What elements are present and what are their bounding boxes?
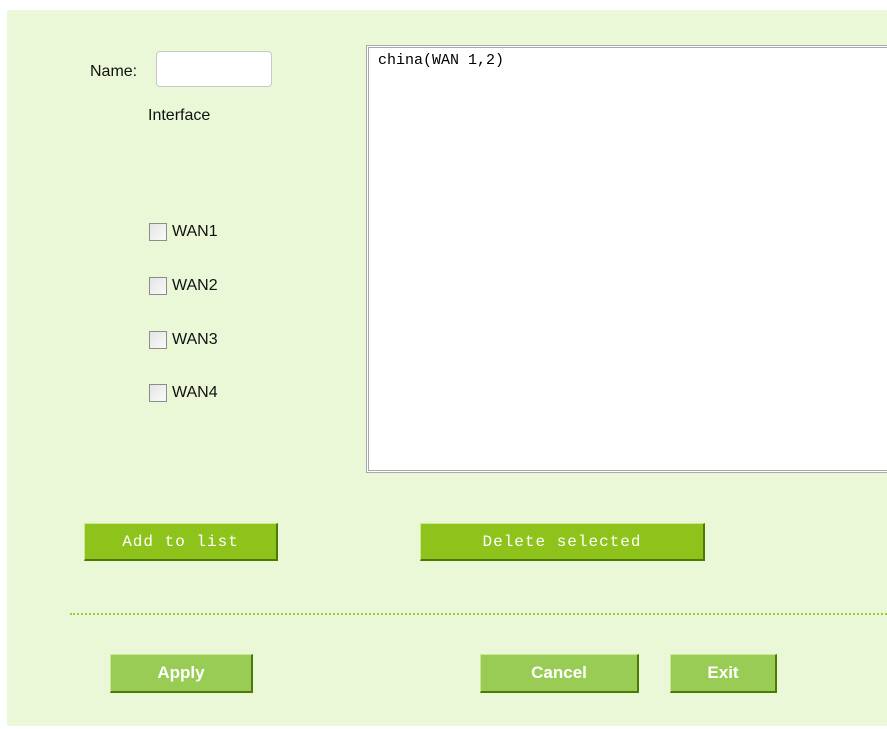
- separator: [70, 613, 887, 615]
- list-item[interactable]: china(WAN 1,2): [378, 52, 504, 69]
- wan1-checkbox[interactable]: [149, 223, 167, 241]
- wan1-label: WAN1: [172, 223, 218, 240]
- wan2-checkbox-row[interactable]: WAN2: [149, 276, 218, 296]
- selection-list[interactable]: china(WAN 1,2): [366, 45, 887, 473]
- delete-selected-button[interactable]: Delete selected: [420, 523, 705, 561]
- wan3-label: WAN3: [172, 331, 218, 348]
- wan2-label: WAN2: [172, 277, 218, 294]
- wan1-checkbox-row[interactable]: WAN1: [149, 222, 218, 242]
- apply-button[interactable]: Apply: [110, 654, 253, 693]
- name-label: Name:: [90, 63, 138, 80]
- wan3-checkbox[interactable]: [149, 331, 167, 349]
- interface-label: Interface: [148, 107, 211, 124]
- add-to-list-button[interactable]: Add to list: [84, 523, 278, 561]
- wan4-checkbox-row[interactable]: WAN4: [149, 383, 218, 403]
- wan4-checkbox[interactable]: [149, 384, 167, 402]
- exit-button[interactable]: Exit: [670, 654, 777, 693]
- wan4-label: WAN4: [172, 384, 218, 401]
- name-input[interactable]: [156, 51, 272, 87]
- wan2-checkbox[interactable]: [149, 277, 167, 295]
- cancel-button[interactable]: Cancel: [480, 654, 639, 693]
- wan3-checkbox-row[interactable]: WAN3: [149, 330, 218, 350]
